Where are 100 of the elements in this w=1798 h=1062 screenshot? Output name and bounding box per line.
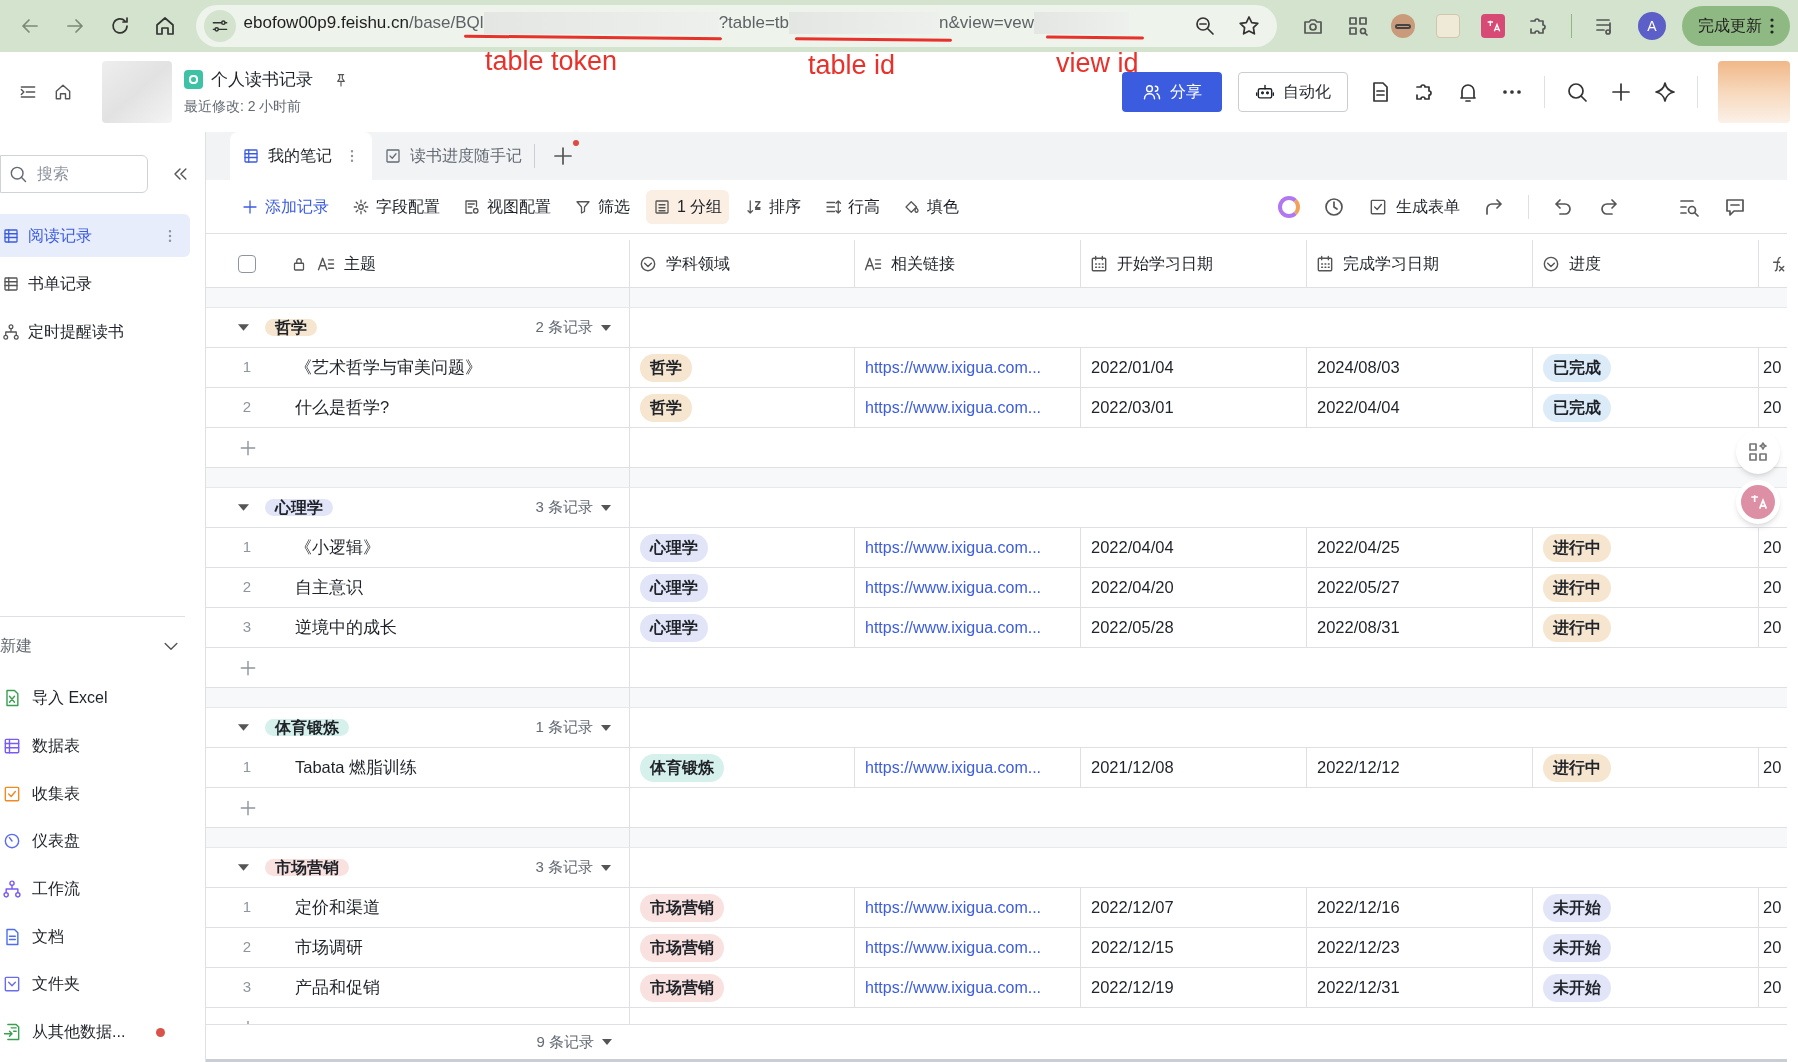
- site-settings-button[interactable]: [203, 10, 236, 42]
- workflow-icon: [2, 322, 20, 341]
- url-link[interactable]: https://www.ixigua.com...: [865, 895, 1042, 920]
- url-link[interactable]: https://www.ixigua.com...: [865, 355, 1042, 380]
- import-icon: [2, 1022, 22, 1043]
- search-icon[interactable]: [1565, 80, 1589, 104]
- url-link[interactable]: https://www.ixigua.com...: [865, 755, 1042, 780]
- create-item[interactable]: 导入 Excel: [0, 674, 205, 723]
- toolbar-button[interactable]: 筛选: [567, 189, 637, 224]
- address-bar[interactable]: ebofow00p9.feishu.cn/base/BQl ?table=tb n&view=vew: [195, 5, 1277, 47]
- settings-icon: [352, 197, 370, 216]
- toolbar-button[interactable]: 1 分组: [646, 189, 730, 224]
- group-tag: 体育锻炼: [265, 718, 349, 736]
- table-cell-text: 2022/12/19: [1091, 977, 1174, 999]
- blurred-logo: [102, 61, 172, 123]
- column-header[interactable]: 相关链接: [891, 251, 955, 276]
- field-tag: 心理学: [640, 613, 708, 642]
- toolbar-button[interactable]: 排序: [738, 189, 809, 224]
- url-link[interactable]: https://www.ixigua.com...: [865, 975, 1042, 1000]
- table-cell-text: 2022/12/23: [1317, 937, 1400, 959]
- create-item[interactable]: 文件夹: [0, 960, 205, 1009]
- calendar-icon: [1315, 253, 1335, 274]
- table-cell-text: 2022/04/04: [1317, 397, 1400, 419]
- qr-code-icon[interactable]: [1346, 14, 1370, 38]
- column-header[interactable]: 开始学习日期: [1117, 251, 1213, 276]
- table-cell-text: 2022/03/01: [1091, 397, 1174, 419]
- field-tag: 体育锻炼: [640, 753, 724, 782]
- view-tab[interactable]: 我的笔记: [230, 132, 372, 180]
- workflow-icon: [2, 879, 22, 900]
- update-button[interactable]: 完成更新: [1682, 6, 1790, 46]
- table-cell-text: 自主意识: [295, 577, 363, 599]
- search-field[interactable]: 搜索: [0, 155, 148, 193]
- column-header[interactable]: 学科领域: [666, 251, 730, 276]
- sort-icon: [745, 197, 764, 216]
- toolbar-button[interactable]: 视图配置: [456, 189, 558, 224]
- create-item[interactable]: 从其他数据...: [0, 1008, 205, 1056]
- sidebar-item[interactable]: 书单记录: [0, 262, 190, 305]
- column-header[interactable]: 进度: [1569, 251, 1601, 276]
- base-icon: [184, 70, 203, 89]
- profile-avatar[interactable]: A: [1638, 12, 1666, 40]
- caret-icon[interactable]: [602, 1037, 612, 1047]
- caret-icon[interactable]: [238, 862, 249, 873]
- create-item[interactable]: 收集表: [0, 769, 205, 818]
- table-cell-text: 2022/12/16: [1317, 897, 1400, 919]
- create-item[interactable]: 仪表盘: [0, 817, 205, 866]
- url-link[interactable]: https://www.ixigua.com...: [865, 535, 1042, 560]
- caret-icon[interactable]: [601, 862, 611, 873]
- select-all-checkbox[interactable]: [238, 254, 256, 273]
- column-header[interactable]: 主题: [344, 251, 376, 276]
- sparkle-icon[interactable]: [1653, 80, 1677, 104]
- row-number: 1: [241, 357, 253, 378]
- sidebar-item[interactable]: 阅读记录: [0, 214, 190, 257]
- share-button[interactable]: 分享: [1122, 72, 1222, 112]
- toolbar-button[interactable]: 行高: [817, 189, 888, 224]
- caret-icon[interactable]: [238, 722, 249, 733]
- zoom-icon[interactable]: [1193, 14, 1217, 38]
- document-title: 个人读书记录: [211, 68, 313, 91]
- status-tag: 已完成: [1543, 393, 1611, 422]
- row-height-icon: [824, 197, 843, 216]
- table-cell-text: 2024/08/03: [1317, 357, 1400, 379]
- toolbar-button[interactable]: 填色: [896, 189, 967, 224]
- toolbar-button[interactable]: 添加记录: [234, 189, 336, 224]
- caret-icon[interactable]: [601, 722, 611, 733]
- caret-icon[interactable]: [238, 502, 249, 513]
- column-header[interactable]: 完成学习日期: [1343, 251, 1439, 276]
- status-tag: 进行中: [1543, 573, 1611, 602]
- bookmark-star-icon[interactable]: [1237, 14, 1261, 38]
- sidebar-item[interactable]: 定时提醒读书: [0, 310, 190, 353]
- app-grid-button[interactable]: [1736, 430, 1780, 474]
- field-tag: 市场营销: [640, 973, 724, 1002]
- table-cell-text: Tabata 燃脂训练: [295, 757, 418, 779]
- translate-icon: [1748, 492, 1768, 512]
- ai-ring-icon[interactable]: [1278, 195, 1300, 218]
- group-tag: 哲学: [265, 318, 317, 336]
- create-item[interactable]: 工作流: [0, 865, 205, 913]
- translate-icon[interactable]: [1481, 14, 1505, 38]
- view-tab[interactable]: 读书进度随手记: [372, 132, 534, 180]
- table-cell-text: 《艺术哲学与审美问题》: [295, 357, 482, 379]
- caret-icon[interactable]: [601, 322, 611, 333]
- create-item[interactable]: 数据表: [0, 722, 205, 770]
- caret-icon[interactable]: [238, 322, 249, 333]
- table-cell-text: 2022/01/04: [1091, 357, 1174, 379]
- toolbar-button[interactable]: 字段配置: [345, 189, 447, 224]
- url-link[interactable]: https://www.ixigua.com...: [865, 615, 1042, 640]
- automation-button[interactable]: 自动化: [1238, 72, 1348, 112]
- caret-icon[interactable]: [601, 502, 611, 513]
- url-link[interactable]: https://www.ixigua.com...: [865, 575, 1042, 600]
- url-link[interactable]: https://www.ixigua.com...: [865, 395, 1042, 420]
- create-item[interactable]: 文档: [0, 912, 205, 961]
- status-tag: 未开始: [1543, 973, 1611, 1002]
- row-number: 3: [241, 977, 253, 998]
- app-grid-icon: [1746, 440, 1770, 464]
- url-link[interactable]: https://www.ixigua.com...: [865, 935, 1042, 960]
- group-tag: 心理学: [265, 498, 333, 516]
- table-cell-text: 2022/05/27: [1317, 577, 1400, 599]
- generate-form-button[interactable]: 生成表单: [1368, 194, 1460, 219]
- field-tag: 心理学: [640, 573, 708, 602]
- record-count: 9 条记录: [536, 1031, 594, 1052]
- table-cell-text: 2022/04/20: [1091, 577, 1174, 599]
- row-number: 1: [241, 537, 253, 558]
